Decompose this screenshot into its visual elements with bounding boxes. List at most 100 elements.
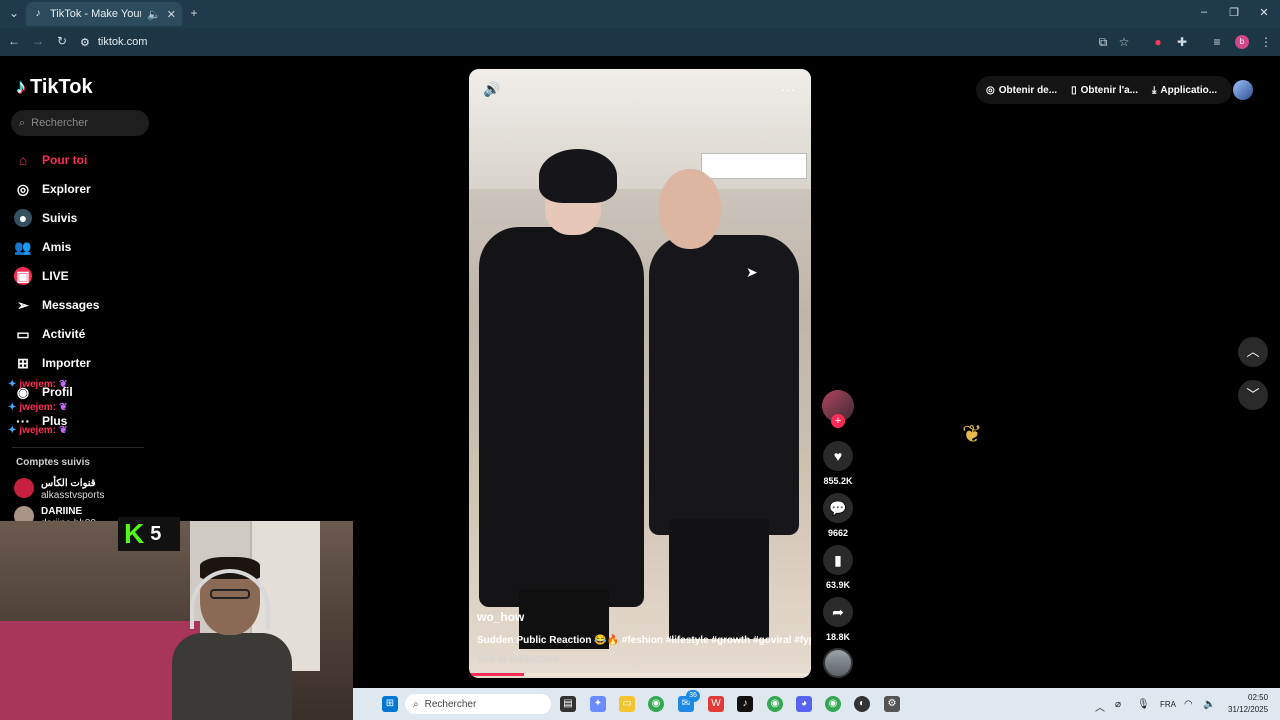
comment-icon: 💬	[829, 500, 847, 516]
nav-upload[interactable]: ⊞ Importer	[14, 354, 91, 372]
microphone-icon[interactable]: 🎙	[1137, 699, 1150, 710]
activity-icon: ▭	[16, 326, 30, 342]
browser-profile-avatar[interactable]: b	[1235, 35, 1249, 49]
chevron-up-icon: ︿	[1246, 344, 1260, 359]
volume-icon[interactable]: 🔈	[1203, 699, 1215, 710]
tiktok-logo[interactable]: ♪ TikTok	[16, 76, 93, 99]
share-button[interactable]: ➦	[823, 597, 853, 627]
site-info-icon[interactable]: ⚙	[80, 36, 90, 49]
tray-overflow-icon[interactable]: ︿	[1095, 699, 1105, 714]
follow-plus-icon[interactable]: +	[831, 414, 845, 428]
desktop-app-button[interactable]: ⤓ Applicatio...	[1152, 85, 1217, 96]
reload-icon[interactable]: ↻	[54, 34, 70, 50]
stream-chat-tag: ✦ jwejem: ❦	[8, 425, 67, 436]
extension-red-icon[interactable]: ●	[1150, 35, 1166, 51]
chrome-active-icon[interactable]: ◉	[825, 696, 841, 712]
nav-live[interactable]: ▣ LIVE	[14, 267, 69, 285]
chrome-icon[interactable]: ◉	[648, 696, 664, 712]
nav-label: Explorer	[42, 182, 91, 196]
discord-icon[interactable]: ◕	[796, 696, 812, 712]
close-window-icon[interactable]: ✕	[1254, 6, 1274, 19]
media-controls-icon[interactable]: ≡	[1209, 35, 1225, 51]
get-coins-button[interactable]: ◎ Obtenir de...	[986, 85, 1057, 96]
extensions-puzzle-icon[interactable]: ✚	[1174, 35, 1190, 51]
search-input[interactable]: ⌕ Rechercher	[11, 110, 149, 136]
search-icon: ⌕	[413, 698, 419, 710]
nav-messages[interactable]: ➢ Messages	[14, 296, 99, 314]
user-avatar[interactable]	[1233, 80, 1253, 100]
video-player[interactable]: 🔊 ··· wo_how Sudden Public Reaction 😂🔥 #…	[469, 69, 811, 678]
taskbar-search[interactable]: ⌕ Rechercher	[405, 694, 551, 714]
video-progress-bar[interactable]	[469, 673, 811, 676]
top-actions-bar: ◎ Obtenir de... ▯ Obtenir l'a... ⤓ Applicat…	[976, 76, 1232, 104]
comment-button[interactable]: 💬	[823, 493, 853, 523]
music-disc-icon[interactable]	[823, 648, 853, 678]
video-caption[interactable]: Sudden Public Reaction 😂🔥 #feshion #life…	[477, 635, 811, 646]
clock-date[interactable]: 31/12/2025	[1228, 705, 1268, 714]
address-bar[interactable]: ⚙ tiktok.com	[80, 33, 1140, 51]
nav-friends[interactable]: 👥 Amis	[14, 238, 71, 256]
video-progress-fill	[469, 673, 524, 676]
butterfly-icon: ❦	[59, 425, 68, 436]
mouse-cursor-icon: ➤	[746, 264, 758, 280]
heart-icon: ♥	[833, 448, 843, 464]
tab-audio-icon[interactable]: 🔈	[147, 8, 161, 21]
wps-icon[interactable]: W	[708, 696, 724, 712]
settings-gear-icon[interactable]: ⚙	[884, 696, 900, 712]
task-view-icon[interactable]: ▤	[560, 696, 576, 712]
language-indicator[interactable]: FRA	[1160, 700, 1176, 709]
browser-tab[interactable]: ♪ TikTok - Make Your Day 🔈 ✕	[26, 2, 182, 26]
install-app-icon[interactable]: ⧉	[1095, 35, 1111, 51]
logo-text: TikTok	[30, 76, 93, 98]
save-button[interactable]: ▮	[823, 545, 853, 575]
copilot-icon[interactable]: ✦	[590, 696, 606, 712]
maximize-icon[interactable]: ❐	[1224, 6, 1244, 19]
tiktok-app-icon[interactable]: ♪	[737, 696, 753, 712]
nav-label: LIVE	[42, 269, 69, 283]
save-count: 63.9K	[825, 580, 851, 590]
tab-title: TikTok - Make Your Day	[50, 8, 142, 20]
nav-for-you[interactable]: ⌂ Pour toi	[14, 151, 88, 169]
get-app-button[interactable]: ▯ Obtenir l'a...	[1071, 85, 1138, 96]
clock-time[interactable]: 02:50	[1248, 693, 1268, 702]
tab-list-icon[interactable]: ⌄	[6, 6, 22, 22]
nav-activity[interactable]: ▭ Activité	[14, 325, 85, 343]
bookmark-star-icon[interactable]: ☆	[1116, 35, 1132, 51]
forward-icon[interactable]: →	[30, 34, 46, 50]
network-icon[interactable]: ⌀	[1115, 699, 1121, 710]
close-tab-icon[interactable]: ✕	[167, 8, 176, 21]
previous-video-button[interactable]: ︿	[1238, 337, 1268, 367]
wifi-icon[interactable]: ◠	[1184, 699, 1193, 710]
like-button[interactable]: ♥	[823, 441, 853, 471]
video-person-right	[649, 169, 799, 649]
tiktok-note-icon: ♪	[16, 76, 26, 98]
followed-account[interactable]: قنوات الكأس alkasstvsports	[14, 478, 104, 502]
back-icon[interactable]: ←	[6, 34, 22, 50]
file-explorer-icon[interactable]: ▭	[619, 696, 635, 712]
get-app-label: Obtenir l'a...	[1080, 84, 1138, 96]
browser-tabstrip: ⌄ ♪ TikTok - Make Your Day 🔈 ✕ + – ❐ ✕	[0, 0, 1280, 28]
account-name: DARIINE	[41, 506, 83, 517]
volume-icon[interactable]: 🔊	[483, 81, 500, 98]
share-icon: ➦	[832, 604, 844, 620]
new-tab-icon[interactable]: +	[186, 6, 202, 22]
send-icon: ➢	[17, 297, 29, 313]
obs-icon[interactable]: ◐	[854, 696, 870, 712]
nav-following[interactable]: ● Suivis	[14, 209, 77, 227]
next-video-button[interactable]: ﹀	[1238, 380, 1268, 410]
followed-accounts-title: Comptes suivis	[16, 457, 90, 468]
chat-username: jwejem:	[19, 379, 57, 390]
minimize-icon[interactable]: –	[1194, 6, 1214, 18]
translate-link[interactable]: Voir la traduction	[477, 654, 559, 665]
chrome-profile-icon[interactable]: ◉	[767, 696, 783, 712]
chevron-down-icon: ﹀	[1246, 387, 1260, 402]
video-author[interactable]: wo_how	[477, 610, 524, 624]
avatar	[14, 478, 34, 498]
kick-logo-icon: K	[124, 518, 145, 549]
bookmark-icon: ▮	[834, 552, 842, 568]
browser-menu-icon[interactable]: ⋮	[1258, 35, 1274, 51]
windows-start-icon[interactable]: ⊞	[382, 696, 398, 712]
taskbar-search-placeholder: Rechercher	[424, 698, 477, 710]
video-more-icon[interactable]: ···	[781, 81, 795, 97]
nav-explore[interactable]: ◎ Explorer	[14, 180, 91, 198]
